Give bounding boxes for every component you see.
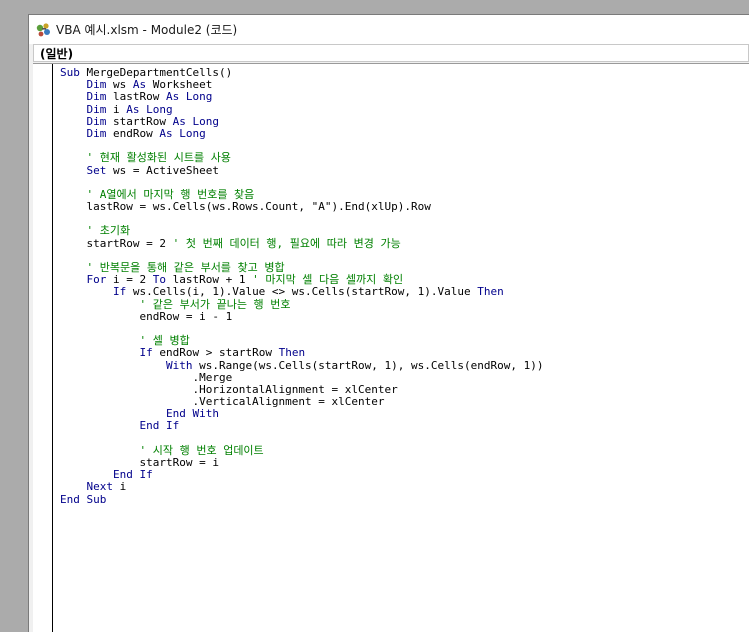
code-keyword: End If xyxy=(112,468,153,482)
code-comment: ' 마지막 셀 다음 셀까지 확인 xyxy=(252,273,404,287)
code-keyword: Dim xyxy=(86,90,107,104)
code-text: lastRow = ws.Cells(ws.Rows.Count, "A").E… xyxy=(60,200,431,214)
code-text: startRow xyxy=(106,114,173,128)
code-keyword: If xyxy=(139,346,153,360)
code-keyword: Dim xyxy=(86,78,107,92)
code-text: endRow = i - 1 xyxy=(60,309,233,323)
code-text: startRow = 2 xyxy=(60,236,173,250)
code-comment: ' 셀 병합 xyxy=(139,334,190,348)
code-area[interactable]: Sub MergeDepartmentCells() Dim ws As Wor… xyxy=(60,66,544,506)
code-comment: ' 같은 부서가 끝나는 행 번호 xyxy=(139,297,291,311)
code-line[interactable]: Dim endRow As Long xyxy=(60,126,543,140)
window-title: VBA 예시.xlsm - Module2 (코드) xyxy=(56,23,238,37)
code-keyword: Dim xyxy=(86,114,107,128)
code-keyword: As Long xyxy=(126,102,173,116)
code-text: endRow > startRow xyxy=(152,346,279,360)
code-keyword: Dim xyxy=(86,126,107,140)
code-text: i xyxy=(113,480,127,494)
code-text: lastRow xyxy=(106,90,166,104)
code-keyword: End With xyxy=(165,407,219,421)
code-line[interactable]: startRow = 2 ' 첫 번째 데이터 행, 필요에 따라 변경 가능 xyxy=(60,236,543,250)
code-line[interactable]: ​ xyxy=(60,213,543,225)
code-text: .HorizontalAlignment = xlCenter xyxy=(60,382,398,396)
code-comment: ' 첫 번째 데이터 행, 필요에 따라 변경 가능 xyxy=(172,236,401,250)
object-selector[interactable]: (일반) xyxy=(33,44,749,62)
vba-code-window: VBA 예시.xlsm - Module2 (코드) (일반) Sub Merg… xyxy=(28,14,749,632)
code-keyword: As Long xyxy=(165,90,213,104)
code-keyword: With xyxy=(165,358,193,372)
code-keyword: Dim xyxy=(86,102,107,116)
code-comment: ' 시작 행 번호 업데이트 xyxy=(139,443,264,457)
code-text: .Merge xyxy=(60,370,233,384)
code-comment: ' 반복문을 통해 같은 부서를 찾고 병합 xyxy=(86,261,285,274)
code-line[interactable]: End Sub xyxy=(60,492,543,506)
code-text: i xyxy=(106,102,127,116)
code-line[interactable]: endRow = i - 1 xyxy=(60,309,543,323)
code-keyword: Set xyxy=(86,163,107,177)
code-keyword: End Sub xyxy=(60,492,107,506)
code-text: ws = ActiveSheet xyxy=(106,163,219,177)
margin-indicator-bar[interactable] xyxy=(33,64,53,632)
code-keyword: As xyxy=(132,78,147,92)
code-keyword: Then xyxy=(477,285,504,299)
code-text: ws.Range(ws.Cells(startRow, 1), ws.Cells… xyxy=(192,358,544,372)
code-keyword: If xyxy=(112,285,127,299)
code-line[interactable]: End If xyxy=(60,469,543,481)
code-text: i = 2 xyxy=(106,273,153,287)
code-text: startRow = i xyxy=(60,456,219,469)
code-comment: ' 현재 활성화된 시트를 사용 xyxy=(86,151,231,165)
code-text: Worksheet xyxy=(146,78,213,92)
code-line[interactable]: End If xyxy=(60,420,543,432)
code-line[interactable]: Next i xyxy=(60,481,543,493)
code-text: lastRow + 1 xyxy=(165,273,253,287)
code-text: .VerticalAlignment = xlCenter xyxy=(60,395,385,409)
code-keyword: For xyxy=(86,273,107,287)
object-selector-value: (일반) xyxy=(40,46,74,61)
code-editor[interactable]: Sub MergeDepartmentCells() Dim ws As Wor… xyxy=(33,63,749,632)
code-keyword: End If xyxy=(139,419,180,433)
code-text: ws xyxy=(106,78,133,92)
vba-project-icon xyxy=(36,22,50,36)
code-keyword: As Long xyxy=(172,114,219,128)
code-text: MergeDepartmentCells() xyxy=(79,66,233,79)
code-line[interactable]: Set ws = ActiveSheet xyxy=(60,163,543,177)
code-text: ws.Cells(i, 1).Value <> ws.Cells(startRo… xyxy=(126,285,478,299)
code-keyword: Next xyxy=(86,480,114,494)
code-keyword: Sub xyxy=(60,66,80,79)
code-comment: ' A열에서 마지막 행 번호를 찾음 xyxy=(86,187,255,201)
code-keyword: To xyxy=(152,273,166,287)
code-comment: ' 초기화 xyxy=(86,224,131,238)
code-keyword: Then xyxy=(278,346,306,360)
code-text: endRow xyxy=(106,126,160,140)
title-bar[interactable]: VBA 예시.xlsm - Module2 (코드) xyxy=(29,15,749,44)
code-keyword: As Long xyxy=(159,126,206,140)
code-line[interactable]: lastRow = ws.Cells(ws.Rows.Count, "A").E… xyxy=(60,200,543,214)
